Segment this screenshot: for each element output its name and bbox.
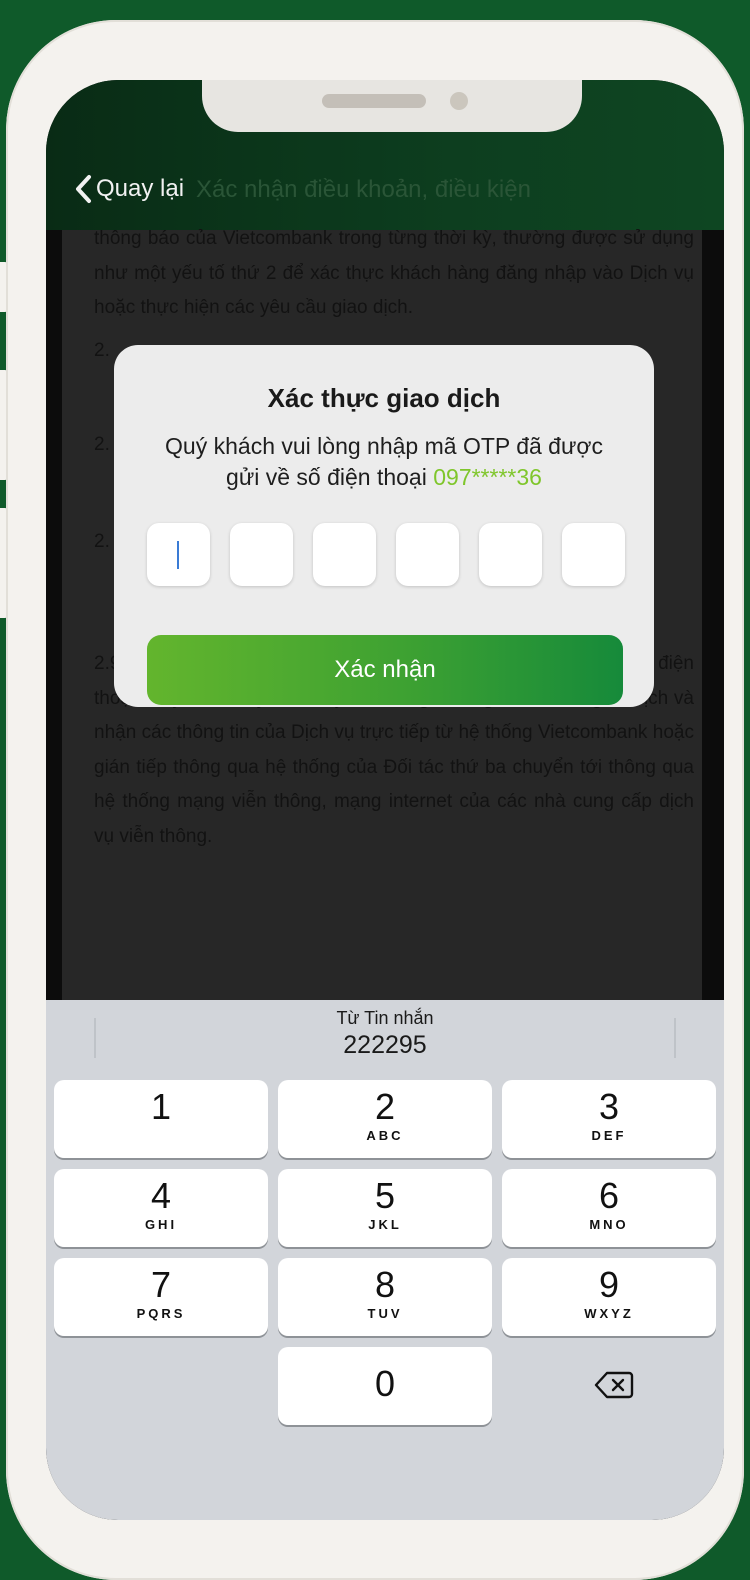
key-letters: WXYZ <box>584 1306 634 1321</box>
text-cursor <box>177 541 179 569</box>
key-letters: TUV <box>367 1306 403 1321</box>
dialog-message: Quý khách vui lòng nhập mã OTP đã được g… <box>154 431 614 493</box>
otp-digit-2[interactable] <box>230 523 293 586</box>
key-digit: 0 <box>374 1363 396 1404</box>
key-digit: 9 <box>598 1264 620 1305</box>
key-letters: PQRS <box>136 1306 186 1321</box>
key-3[interactable]: 3 DEF <box>502 1080 716 1158</box>
key-4[interactable]: 4 GHI <box>54 1169 268 1247</box>
key-digit: 8 <box>374 1264 396 1305</box>
phone-frame: Quay lại Xác nhận điều khoản, điều kiện … <box>6 20 744 1580</box>
key-0[interactable]: 0 <box>278 1347 492 1425</box>
otp-digit-3[interactable] <box>313 523 376 586</box>
otp-digit-4[interactable] <box>396 523 459 586</box>
suggestion-source: Từ Tin nhắn <box>336 1008 434 1028</box>
key-digit: 7 <box>150 1264 172 1305</box>
key-letters: JKL <box>368 1217 402 1232</box>
delete-key[interactable] <box>594 1370 634 1405</box>
key-1[interactable]: 1 <box>54 1080 268 1158</box>
key-letters: ABC <box>366 1128 404 1143</box>
delete-backspace-icon <box>594 1371 634 1399</box>
key-letters: DEF <box>591 1128 627 1143</box>
key-7[interactable]: 7 PQRS <box>54 1258 268 1336</box>
key-digit: 2 <box>374 1086 396 1127</box>
phone-screen: Quay lại Xác nhận điều khoản, điều kiện … <box>46 80 724 1520</box>
masked-phone-number: 097*****36 <box>433 464 542 490</box>
key-9[interactable]: 9 WXYZ <box>502 1258 716 1336</box>
key-letters: MNO <box>589 1217 629 1232</box>
otp-autofill-suggestion[interactable]: Từ Tin nhắn 222295 <box>46 1008 724 1060</box>
suggestion-code: 222295 <box>343 1031 427 1059</box>
key-5[interactable]: 5 JKL <box>278 1169 492 1247</box>
otp-input-group <box>147 523 625 586</box>
key-2[interactable]: 2 ABC <box>278 1080 492 1158</box>
otp-dialog: Xác thực giao dịch Quý khách vui lòng nh… <box>114 345 654 707</box>
dialog-title: Xác thực giao dịch <box>267 383 501 413</box>
key-letters: GHI <box>144 1217 178 1232</box>
key-6[interactable]: 6 MNO <box>502 1169 716 1247</box>
key-digit: 4 <box>150 1175 172 1216</box>
otp-digit-5[interactable] <box>479 523 542 586</box>
key-digit: 1 <box>150 1086 172 1127</box>
key-8[interactable]: 8 TUV <box>278 1258 492 1336</box>
otp-digit-1[interactable] <box>147 523 210 586</box>
confirm-button[interactable]: Xác nhận <box>147 635 623 705</box>
key-digit: 6 <box>598 1175 620 1216</box>
otp-digit-6[interactable] <box>562 523 625 586</box>
key-digit: 5 <box>374 1175 396 1216</box>
numeric-keyboard: Từ Tin nhắn 222295 1 2 ABC 3 DEF 4 GHI 5 <box>46 1000 724 1520</box>
key-digit: 3 <box>598 1086 620 1127</box>
